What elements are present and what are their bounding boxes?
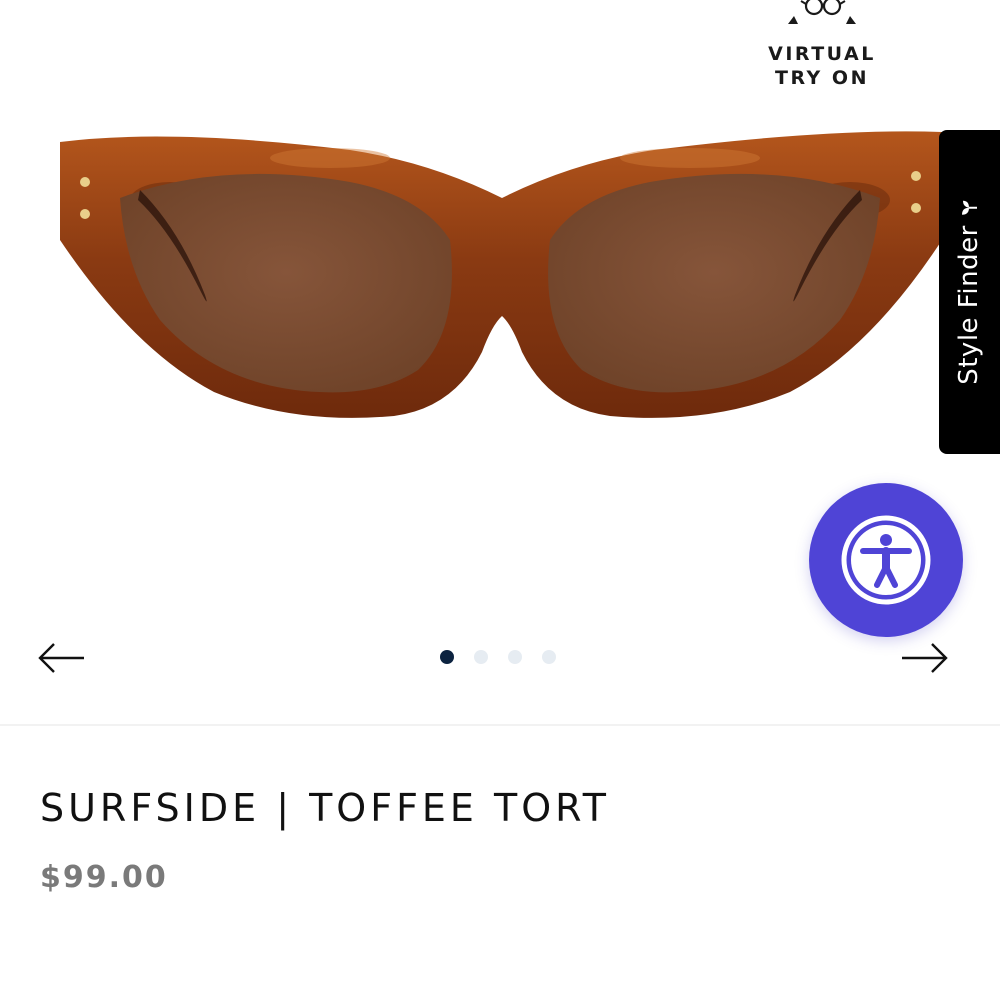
sunglasses-image: [60, 131, 942, 418]
style-finder-label: Style Finder: [954, 225, 984, 385]
glasses-icon: [788, 0, 856, 24]
carousel-dot-1[interactable]: [440, 650, 454, 664]
carousel-dot-4[interactable]: [542, 650, 556, 664]
product-page: VIRTUAL TRY ON Style Finder SURFSIDE | T…: [0, 0, 1000, 1000]
divider: [0, 724, 1000, 726]
style-finder-tab[interactable]: Style Finder: [939, 130, 1000, 454]
virtual-try-on-button[interactable]: VIRTUAL TRY ON: [760, 0, 884, 100]
carousel-dots: [440, 650, 556, 664]
style-finder-content: Style Finder: [954, 199, 984, 385]
accessibility-icon: [841, 515, 931, 605]
carousel-dot-2[interactable]: [474, 650, 488, 664]
virtual-try-on-label: VIRTUAL TRY ON: [760, 42, 884, 90]
arrow-right-icon[interactable]: [900, 640, 950, 676]
sprout-icon: [962, 201, 977, 216]
arrow-left-icon[interactable]: [36, 640, 86, 676]
virtual-try-on-line1: VIRTUAL: [768, 43, 876, 65]
product-title: SURFSIDE | TOFFEE TORT: [40, 786, 610, 830]
accessibility-button[interactable]: [809, 483, 963, 637]
virtual-try-on-line2: TRY ON: [775, 67, 869, 89]
product-price: $99.00: [40, 860, 168, 895]
carousel-dot-3[interactable]: [508, 650, 522, 664]
